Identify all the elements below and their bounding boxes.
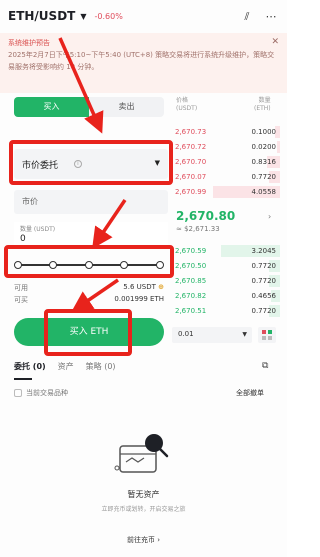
notice-body: 2025年2月7日下午5:10~下午5:40 (UTC+8) 策略交易将进行系统…	[8, 51, 275, 71]
last-price: 2,670.80	[176, 209, 236, 223]
current-pair-filter[interactable]: 当前交易品种	[14, 388, 68, 398]
close-icon[interactable]: ✕	[271, 36, 279, 48]
tab-sell[interactable]: 卖出	[89, 97, 164, 117]
layout-icon	[268, 336, 272, 340]
available-label: 可用	[14, 284, 28, 292]
chevron-right-icon[interactable]: ›	[268, 212, 271, 221]
row-qty: 0.7720	[251, 173, 277, 181]
caret-down-icon: ▼	[242, 331, 247, 338]
plus-icon[interactable]: ⊕	[158, 283, 164, 291]
trade-screen: ETH/USDT ▼ -0.60% ⫽ ⋯ 系统维护预告 2025年2月7日下午…	[0, 0, 287, 557]
bid-row[interactable]: 2,670.82 0.4656	[172, 289, 280, 303]
bid-row[interactable]: 2,670.51 0.7720	[172, 304, 280, 318]
empty-title: 暂无资产	[127, 490, 160, 499]
empty-subtitle: 立即充币或划转，开启交易之旅	[101, 506, 186, 513]
available-amount: 5.6 USDT	[123, 283, 156, 291]
tab-orders[interactable]: 委托 (0)	[14, 361, 46, 375]
quantity-label: 数量 (USDT)	[20, 226, 56, 233]
row-qty: 3.2045	[251, 247, 277, 255]
layout-icon	[262, 330, 266, 334]
row-qty: 0.7720	[251, 307, 277, 315]
go-deposit-link[interactable]: 前往充币 ›	[0, 535, 287, 545]
ask-row[interactable]: 2,670.99 4.0558	[172, 185, 280, 199]
notice-title: 系统维护预告	[8, 39, 50, 47]
side-tabs: 买入 卖出	[14, 97, 164, 117]
maintenance-notice: 系统维护预告 2025年2月7日下午5:10~下午5:40 (UTC+8) 策略…	[0, 33, 287, 93]
checkbox[interactable]	[14, 389, 22, 397]
current-pair-label: 当前交易品种	[26, 389, 68, 397]
ask-row[interactable]: 2,670.70 0.8316	[172, 155, 280, 169]
row-qty: 0.7720	[251, 277, 277, 285]
layout-icon	[262, 336, 266, 340]
row-price: 2,670.82	[175, 292, 207, 300]
go-deposit-label: 前往充币	[126, 536, 155, 544]
quantity-value: 0	[20, 234, 26, 244]
row-price: 2,670.70	[175, 158, 207, 166]
history-icon[interactable]: ⧉	[262, 361, 268, 371]
bid-row[interactable]: 2,670.85 0.7720	[172, 274, 280, 288]
pair-selector[interactable]: ETH/USDT	[8, 9, 75, 23]
tab-buy[interactable]: 买入	[14, 97, 89, 117]
last-price-usd: ≈ $2,671.33	[176, 225, 220, 233]
precision-select[interactable]: 0.01 ▼	[172, 327, 252, 343]
row-qty: 0.1000	[251, 128, 277, 136]
row-qty: 0.7720	[251, 262, 277, 270]
orderbook-layout-button[interactable]	[258, 327, 276, 343]
candlestick-icon[interactable]: ⫽	[240, 10, 254, 24]
available-value: 5.6 USDT ⊕	[123, 283, 164, 291]
row-price: 2,670.07	[175, 173, 207, 181]
row-price: 2,670.73	[175, 128, 207, 136]
can-buy-row: 可买 0.001999 ETH	[14, 295, 164, 305]
depth-bar	[277, 141, 280, 153]
row-qty: 4.0558	[251, 188, 277, 196]
tab-assets[interactable]: 资产	[58, 361, 74, 375]
precision-value: 0.01	[178, 330, 194, 338]
ask-row[interactable]: 2,670.07 0.7720	[172, 170, 280, 184]
can-buy-value: 0.001999 ETH	[114, 295, 164, 303]
row-price: 2,670.51	[175, 307, 207, 315]
row-price: 2,670.50	[175, 262, 207, 270]
row-qty: 0.8316	[251, 158, 277, 166]
available-row: 可用 5.6 USDT ⊕	[14, 283, 164, 293]
can-buy-label: 可买	[14, 296, 28, 304]
ask-row[interactable]: 2,670.72 0.0200	[172, 140, 280, 154]
row-price: 2,670.72	[175, 143, 207, 151]
cancel-all-button[interactable]: 全部撤单	[236, 388, 264, 398]
row-price: 2,670.85	[175, 277, 207, 285]
row-qty: 0.0200	[251, 143, 277, 151]
row-price: 2,670.59	[175, 247, 207, 255]
price-field[interactable]: 市价	[14, 190, 168, 214]
top-bar: ETH/USDT ▼ -0.60% ⫽ ⋯	[0, 0, 287, 32]
price-placeholder: 市价	[22, 197, 38, 206]
chevron-down-icon[interactable]: ▼	[80, 12, 86, 21]
highlight-order-type	[9, 140, 173, 185]
tab-strategy[interactable]: 策略 (0)	[86, 361, 116, 375]
row-price: 2,670.99	[175, 188, 207, 196]
ob-qty-header: 数量 (ETH)	[254, 97, 271, 112]
empty-box-icon	[114, 434, 169, 473]
bid-row[interactable]: 2,670.50 0.7720	[172, 259, 280, 273]
layout-icon	[268, 330, 272, 334]
price-change: -0.60%	[94, 11, 123, 21]
order-type-hint	[28, 132, 30, 140]
row-qty: 0.4656	[251, 292, 277, 300]
highlight-buy-button	[44, 309, 132, 356]
ob-price-header: 价格 (USDT)	[176, 97, 198, 112]
more-icon[interactable]: ⋯	[264, 10, 278, 24]
orders-tabs: 委托 (0) 资产 策略 (0)	[14, 361, 128, 375]
bid-row[interactable]: 2,670.59 3.2045	[172, 244, 280, 258]
active-tab-indicator	[14, 378, 32, 380]
ask-row[interactable]: 2,670.73 0.1000	[172, 125, 280, 139]
highlight-slider	[4, 245, 174, 278]
